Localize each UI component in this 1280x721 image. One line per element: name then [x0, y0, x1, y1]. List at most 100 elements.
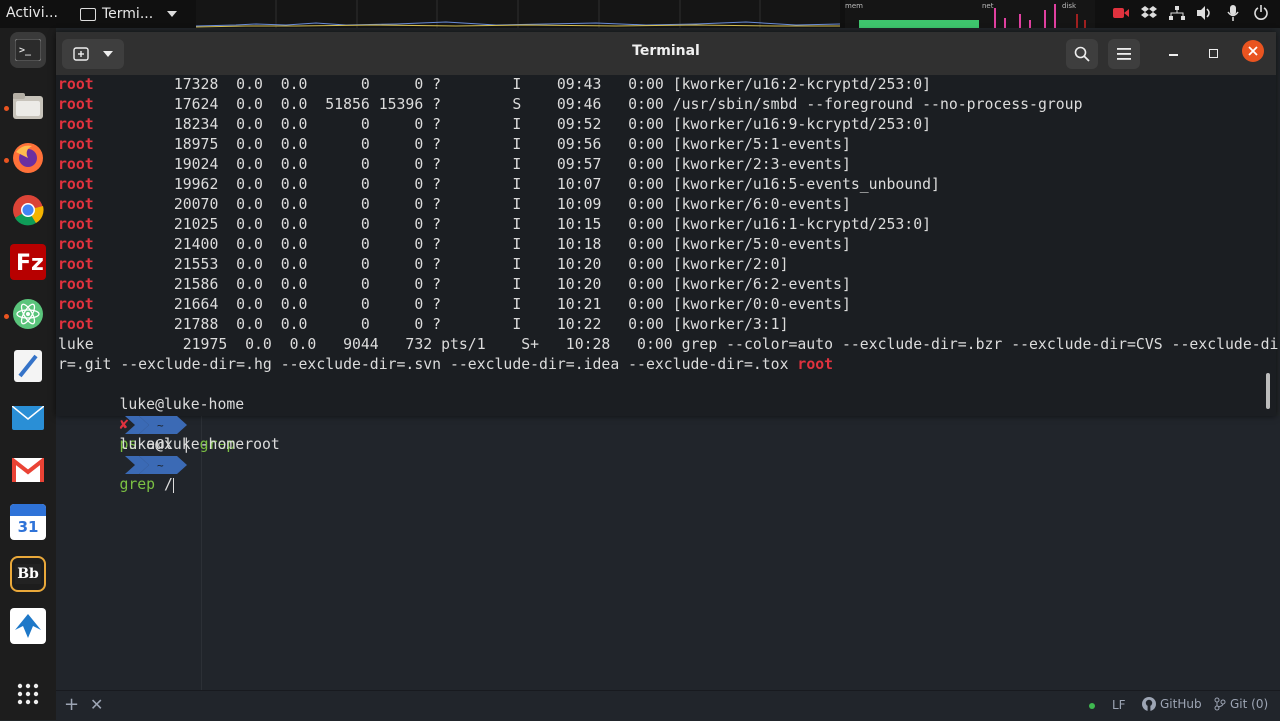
network-icon[interactable]: [1168, 4, 1186, 22]
process-line: root 19962 0.0 0.0 0 0 ? I 10:07 0:00 [k…: [58, 175, 940, 195]
process-details: 17624 0.0 0.0 51856 15396 ? S 09:46 0:00…: [93, 96, 1083, 113]
dropbox-icon[interactable]: [1140, 4, 1158, 22]
process-user: root: [58, 116, 94, 133]
process-user: root: [58, 296, 94, 313]
atom-icon[interactable]: [10, 296, 46, 332]
files-icon[interactable]: [10, 88, 46, 124]
calendar-day: 31: [17, 518, 39, 536]
github-button[interactable]: GitHub: [1142, 697, 1202, 711]
git-branch-icon: [1214, 697, 1226, 711]
process-line: root 21788 0.0 0.0 0 0 ? I 10:22 0:00 [k…: [58, 315, 789, 335]
resource-graph: [845, 0, 1095, 28]
git-button[interactable]: Git (0): [1214, 697, 1268, 711]
terminal-header-bar: Terminal: [56, 32, 1276, 75]
prompt-arrow-icon: ~: [125, 416, 188, 434]
process-user: root: [58, 276, 94, 293]
process-user: root: [58, 176, 94, 193]
mail-icon[interactable]: [10, 400, 46, 436]
process-user: root: [58, 216, 94, 233]
top-bar: Activi... Termi... mem net disk: [0, 0, 1280, 28]
volume-icon[interactable]: [1196, 4, 1214, 22]
process-line: root 21025 0.0 0.0 0 0 ? I 10:15 0:00 [k…: [58, 215, 931, 235]
process-details: 21400 0.0 0.0 0 0 ? I 10:18 0:00 [kworke…: [93, 236, 851, 253]
prompt-line-2: ✘ luke@luke-home ~ grep /: [66, 395, 244, 493]
maximize-icon: [1209, 49, 1218, 58]
process-details: 21664 0.0 0.0 0 0 ? I 10:21 0:00 [kworke…: [93, 296, 851, 313]
process-line: root 21553 0.0 0.0 0 0 ? I 10:20 0:00 [k…: [58, 255, 789, 275]
process-line: root 21664 0.0 0.0 0 0 ? I 10:21 0:00 [k…: [58, 295, 851, 315]
blackboard-label: Bb: [15, 564, 41, 584]
camera-icon[interactable]: [1112, 4, 1130, 22]
process-details: 19024 0.0 0.0 0 0 ? I 09:57 0:00 [kworke…: [93, 156, 851, 173]
process-details: 21586 0.0 0.0 0 0 ? I 10:20 0:00 [kworke…: [93, 276, 851, 293]
terminal-app-icon[interactable]: >_: [10, 32, 46, 68]
close-icon[interactable]: ✕: [90, 696, 103, 714]
github-icon: [1142, 697, 1156, 711]
show-applications-icon[interactable]: [10, 676, 46, 712]
grep-args: r=.git --exclude-dir=.hg --exclude-dir=.…: [58, 356, 798, 373]
firefox-icon[interactable]: [10, 140, 46, 176]
process-user: root: [58, 256, 94, 273]
process-line: root 18975 0.0 0.0 0 0 ? I 09:56 0:00 [k…: [58, 135, 851, 155]
scrollbar[interactable]: [1266, 373, 1270, 409]
process-line: root 18234 0.0 0.0 0 0 ? I 09:52 0:00 [k…: [58, 115, 931, 135]
process-line: root 21586 0.0 0.0 0 0 ? I 10:20 0:00 [k…: [58, 275, 851, 295]
chrome-icon[interactable]: [10, 192, 46, 228]
system-tray: [1112, 4, 1270, 22]
cmd-grep: grep: [119, 476, 156, 493]
terminal-output[interactable]: root 17328 0.0 0.0 0 0 ? I 09:43 0:00 [k…: [56, 75, 1278, 493]
close-button[interactable]: [1242, 40, 1264, 62]
calendar-icon[interactable]: 31: [10, 504, 46, 540]
process-line: root 20070 0.0 0.0 0 0 ? I 10:09 0:00 [k…: [58, 195, 851, 215]
close-icon: [1248, 46, 1258, 56]
process-line: root 17328 0.0 0.0 0 0 ? I 09:43 0:00 [k…: [58, 75, 931, 95]
process-user: root: [58, 316, 94, 333]
grep-match: root: [797, 356, 834, 373]
background-editor-window: [56, 416, 1280, 690]
maximize-button[interactable]: [1206, 42, 1222, 64]
terminal-icon: [80, 7, 96, 21]
mem-graph-label: mem: [845, 2, 863, 10]
search-button[interactable]: [1066, 39, 1098, 69]
process-user: root: [58, 156, 94, 173]
app-menu[interactable]: Termi...: [80, 3, 178, 25]
process-details: 21788 0.0 0.0 0 0 ? I 10:22 0:00 [kworke…: [93, 316, 789, 333]
microphone-icon[interactable]: [1224, 4, 1242, 22]
process-line: root 19024 0.0 0.0 0 0 ? I 09:57 0:00 [k…: [58, 155, 851, 175]
process-user: root: [58, 136, 94, 153]
cmd-input[interactable]: /: [155, 476, 173, 493]
terminal-window: Terminal root 17328 0.0 0.0 0 0 ? I 09:4…: [56, 32, 1278, 493]
dock: >_ Fz 31 Bb: [0, 28, 56, 720]
process-user: root: [58, 96, 94, 113]
running-indicator: [4, 106, 9, 111]
system-graph: [196, 0, 840, 28]
minimize-button[interactable]: [1166, 42, 1182, 64]
process-details: 19962 0.0 0.0 0 0 ? I 10:07 0:00 [kworke…: [93, 176, 940, 193]
line-ending-label[interactable]: LF: [1112, 698, 1126, 712]
github-label: GitHub: [1160, 697, 1202, 711]
hamburger-icon: [1117, 48, 1131, 60]
app-menu-label: Termi...: [102, 6, 154, 22]
blackboard-icon[interactable]: Bb: [10, 556, 46, 592]
power-icon[interactable]: [1252, 4, 1270, 22]
remote-desktop-icon[interactable]: [10, 608, 46, 644]
process-user: root: [58, 76, 94, 93]
gmail-icon[interactable]: [10, 452, 46, 488]
menu-button[interactable]: [1108, 39, 1140, 69]
minimize-icon: [1169, 54, 1178, 56]
add-icon[interactable]: +: [64, 696, 79, 714]
text-editor-icon[interactable]: [10, 348, 46, 384]
process-line: root 17624 0.0 0.0 51856 15396 ? S 09:46…: [58, 95, 1082, 115]
net-graph-label: net: [982, 2, 994, 10]
activities-button[interactable]: Activi...: [6, 5, 58, 21]
svg-text:Fz: Fz: [16, 251, 43, 276]
error-status-icon: ✘: [119, 416, 129, 433]
process-line: root 21400 0.0 0.0 0 0 ? I 10:18 0:00 [k…: [58, 235, 851, 255]
filezilla-icon[interactable]: Fz: [10, 244, 46, 280]
prompt-arrow-icon: ~: [125, 456, 188, 474]
process-user: root: [58, 196, 94, 213]
process-details: 21553 0.0 0.0 0 0 ? I 10:20 0:00 [kworke…: [93, 256, 789, 273]
process-details: 20070 0.0 0.0 0 0 ? I 10:09 0:00 [kworke…: [93, 196, 851, 213]
running-indicator: [4, 314, 9, 319]
chevron-down-icon: [167, 11, 178, 17]
